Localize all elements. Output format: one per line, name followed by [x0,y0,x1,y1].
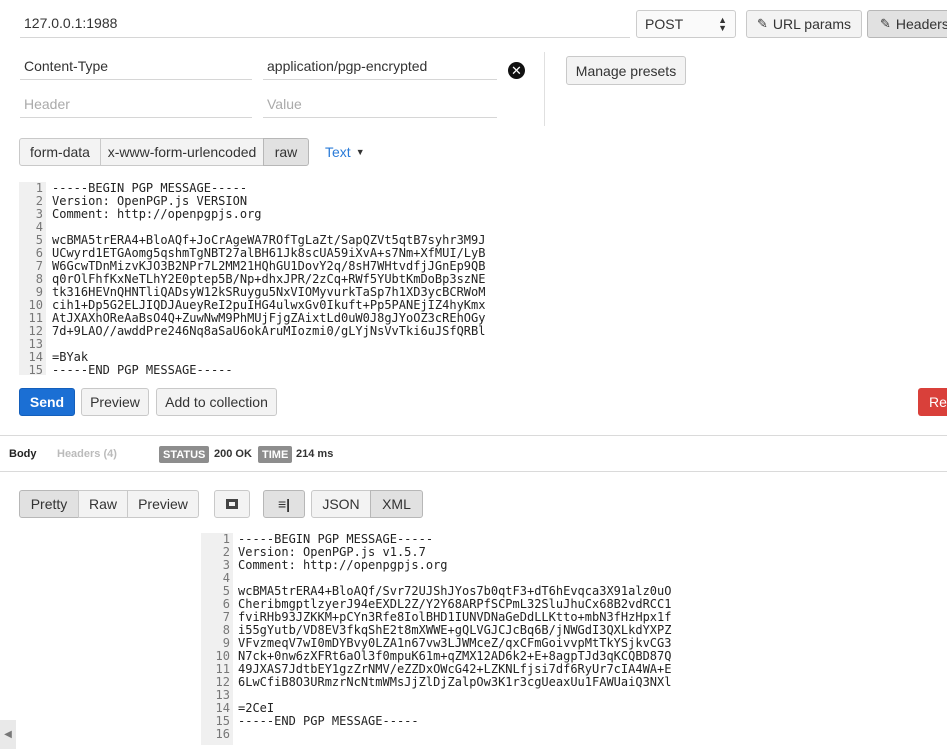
tab-xml[interactable]: XML [370,490,423,518]
response-tab-headers[interactable]: Headers (4) [57,448,117,460]
header-key-field[interactable]: Content-Type [20,52,252,80]
remove-header-icon[interactable]: ✕ [508,62,525,79]
code-line: 7d+9LAO//awddPre246Nq8aSaU6okAruMIozmi0/… [52,324,486,338]
time-badge: TIME [258,446,293,463]
tab-raw-view[interactable]: Raw [78,490,128,518]
request-body-code: -----BEGIN PGP MESSAGE----- Version: Open… [52,182,485,375]
edit-icon: ✎ [880,16,891,31]
status-value: 200 OK [214,448,252,460]
fullscreen-icon [226,499,238,509]
manage-presets-button[interactable]: Manage presets [566,56,686,85]
preview-label: Preview [90,394,140,410]
code-line: -----END PGP MESSAGE----- [238,714,419,728]
method-label: POST [645,16,684,32]
reset-label: Re [929,394,947,410]
line-number-gutter: 1 2 3 4 5 6 7 8 9 10 11 12 13 14 15 16 [201,533,233,745]
line-number-gutter: 1 2 3 4 5 6 7 8 9 10 11 12 13 14 15 [19,182,46,375]
caret-down-icon: ▼ [355,147,365,157]
tab-x-www-form-urlencoded[interactable]: x-www-form-urlencoded [100,138,264,166]
header-key-value: Content-Type [24,57,109,74]
preview-button[interactable]: Preview [81,388,149,416]
header-value-placeholder-field[interactable]: Value [263,90,497,118]
response-view-tabs: Pretty Raw Preview [19,490,199,518]
edit-icon: ✎ [757,16,768,31]
header-value-placeholder: Value [267,95,302,112]
tab-json[interactable]: JSON [311,490,371,518]
send-label: Send [29,394,65,410]
code-line: 6LwCfiB8O3URmzrNcNtmWMsJjZlDjZalpOw3K1r3… [238,675,672,689]
url-params-button[interactable]: ✎ URL params [746,10,862,38]
reset-button[interactable]: Re [918,388,947,416]
code-line: -----END PGP MESSAGE----- [52,363,233,376]
response-format-tabs: JSON XML [311,490,423,518]
line-number: 16 [215,727,230,741]
body-format-dropdown[interactable]: Text ▼ [325,144,365,160]
tab-preview-view[interactable]: Preview [127,490,199,518]
method-select[interactable]: POST ▲ ▼ [636,10,736,38]
header-value-value: application/pgp-encrypted [267,57,428,74]
status-badge: STATUS [159,446,210,463]
header-key-placeholder: Header [24,95,70,112]
fullscreen-button[interactable] [214,490,250,518]
add-to-collection-button[interactable]: Add to collection [156,388,277,416]
request-body-editor[interactable]: 1 2 3 4 5 6 7 8 9 10 11 12 13 14 15 -----BEGIN PGP MES… [19,182,947,375]
url-params-label: URL params [772,16,851,32]
line-number: 15 [28,363,43,376]
tab-form-data[interactable]: form-data [19,138,101,166]
response-body-code: -----BEGIN PGP MESSAGE----- Version: Open… [238,533,671,741]
wrap-lines-button[interactable]: ≡| [263,490,305,518]
tab-raw[interactable]: raw [263,138,309,166]
headers-button[interactable]: ✎ Headers [867,10,947,38]
header-key-placeholder-field[interactable]: Header [20,90,252,118]
url-input[interactable] [20,8,630,38]
scroll-left-icon[interactable]: ◀ [0,720,16,749]
manage-presets-label: Manage presets [575,62,677,79]
header-value-field[interactable]: application/pgp-encrypted [263,52,497,80]
tab-pretty[interactable]: Pretty [19,490,79,518]
wrap-lines-icon: ≡| [277,496,291,512]
select-arrows-icon: ▲ ▼ [718,15,727,33]
code-line: Comment: http://openpgpjs.org [238,558,448,572]
time-value: 214 ms [296,448,334,460]
body-type-tabs: form-data x-www-form-urlencoded raw [19,138,309,166]
divider [0,435,947,436]
add-to-collection-label: Add to collection [165,394,268,410]
send-button[interactable]: Send [19,388,75,416]
code-line: Comment: http://openpgpjs.org [52,207,262,221]
vertical-divider [544,52,545,126]
response-body-viewer[interactable]: 1 2 3 4 5 6 7 8 9 10 11 12 13 14 15 16 -----BEGIN PGP M… [201,533,947,745]
headers-button-label: Headers [895,16,947,32]
response-tab-body[interactable]: Body [9,448,37,460]
body-format-label: Text [325,144,351,160]
